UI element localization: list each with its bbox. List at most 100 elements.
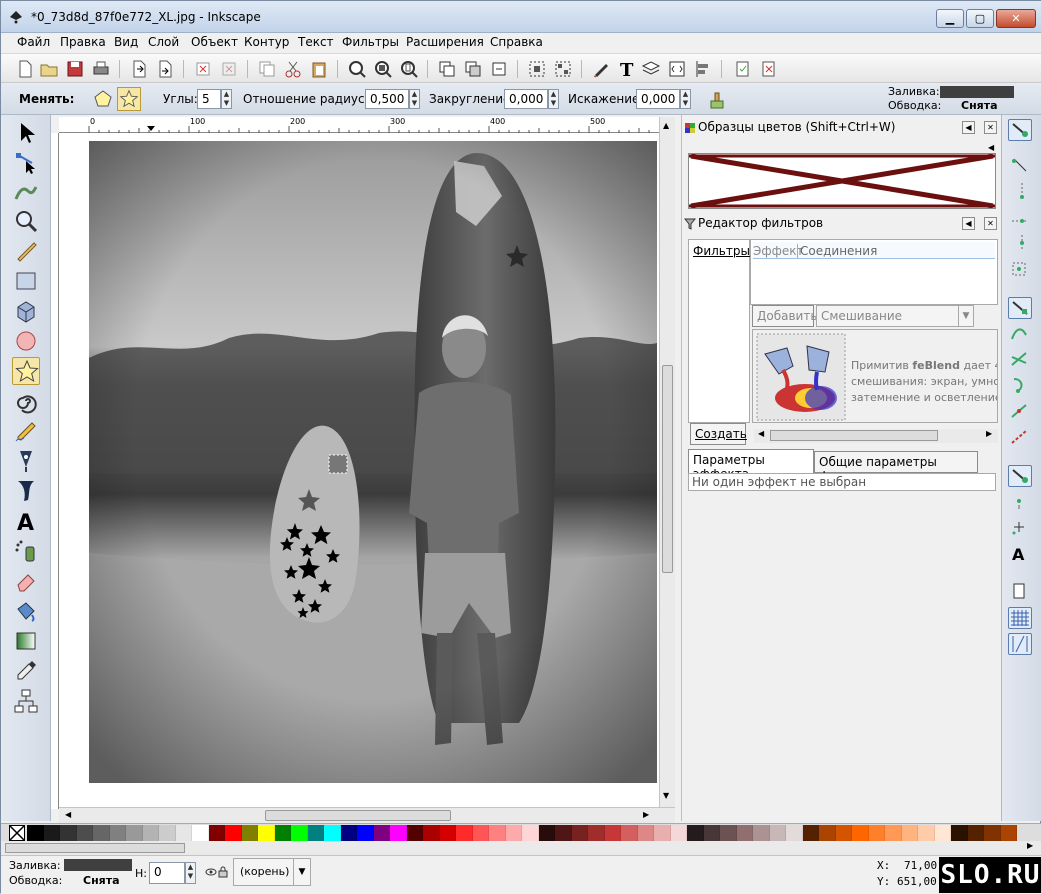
palette-swatch[interactable]: [637, 825, 654, 841]
palette-swatch[interactable]: [522, 825, 539, 841]
menu-layer[interactable]: Слой: [148, 35, 179, 49]
document-properties-icon[interactable]: [733, 59, 753, 79]
palette-scroll-thumb[interactable]: [5, 843, 185, 853]
opacity-input[interactable]: 0: [149, 862, 185, 884]
new-document-icon[interactable]: [15, 59, 35, 79]
corners-input[interactable]: 5: [197, 89, 221, 109]
maximize-button[interactable]: ▢: [966, 9, 994, 28]
snap-object-midpoint-icon[interactable]: [1008, 427, 1032, 449]
minimize-button[interactable]: ▁: [936, 9, 964, 28]
no-paint-swatch[interactable]: [9, 825, 25, 841]
palette-swatch[interactable]: [307, 825, 324, 841]
snap-others-icon[interactable]: [1008, 465, 1032, 487]
palette-swatch[interactable]: [621, 825, 638, 841]
palette-swatch[interactable]: [604, 825, 621, 841]
swatches-collapse-button[interactable]: ◀: [962, 121, 975, 134]
palette-swatch[interactable]: [802, 825, 819, 841]
palette-swatch[interactable]: [390, 825, 407, 841]
fill-stroke-icon[interactable]: [591, 59, 611, 79]
menu-file[interactable]: Файл: [17, 35, 50, 49]
snap-grid-icon[interactable]: [1008, 607, 1032, 629]
horizontal-scroll-thumb[interactable]: [265, 810, 451, 821]
spiral-tool-icon[interactable]: [12, 387, 40, 415]
palette-swatch[interactable]: [456, 825, 473, 841]
snap-paths-icon[interactable]: [1008, 323, 1032, 345]
menu-help[interactable]: Справка: [490, 35, 543, 49]
menu-view[interactable]: Вид: [114, 35, 138, 49]
palette-swatch[interactable]: [472, 825, 489, 841]
cut-icon[interactable]: [283, 59, 303, 79]
snap-bbox-corner-icon[interactable]: [1008, 207, 1032, 229]
horizontal-scrollbar[interactable]: ◀ ▶: [59, 807, 675, 823]
palette-swatch[interactable]: [901, 825, 918, 841]
palette-swatch[interactable]: [1000, 825, 1017, 841]
ratio-spin[interactable]: ▲ ▼: [409, 89, 420, 109]
3d-box-tool-icon[interactable]: [12, 297, 40, 325]
palette-swatch[interactable]: [703, 825, 720, 841]
snap-bbox-midpoint-icon[interactable]: [1008, 233, 1032, 255]
zoom-page-icon[interactable]: [399, 59, 419, 79]
layer-lock-icon[interactable]: [217, 866, 229, 878]
vertical-scrollbar[interactable]: ▲ ▼: [659, 117, 675, 807]
undo-icon[interactable]: [193, 59, 213, 79]
redo-icon[interactable]: [219, 59, 239, 79]
palette-swatch[interactable]: [786, 825, 803, 841]
palette-swatch[interactable]: [984, 825, 1001, 841]
print-icon[interactable]: [91, 59, 111, 79]
palette-swatch[interactable]: [835, 825, 852, 841]
corners-spin[interactable]: ▲ ▼: [221, 89, 232, 109]
filter-collapse-button[interactable]: ◀: [962, 217, 975, 230]
rounding-input[interactable]: 0,000: [504, 89, 548, 109]
palette-swatch[interactable]: [439, 825, 456, 841]
layer-select-arrow-icon[interactable]: ▼: [293, 858, 311, 886]
palette-swatch[interactable]: [885, 825, 902, 841]
scroll-down-arrow-icon[interactable]: ▼: [663, 791, 669, 800]
connector-tool-icon[interactable]: [12, 687, 40, 715]
align-distribute-icon[interactable]: [693, 59, 713, 79]
connections-column-header[interactable]: Соединения: [797, 244, 877, 258]
rounding-spin[interactable]: ▲ ▼: [548, 89, 559, 109]
menu-extensions[interactable]: Расширения: [406, 35, 484, 49]
ellipse-tool-icon[interactable]: [12, 327, 40, 355]
snap-smooth-nodes-icon[interactable]: [1008, 375, 1032, 397]
spray-tool-icon[interactable]: [12, 537, 40, 565]
star-tool-icon[interactable]: [12, 357, 40, 385]
selector-tool-icon[interactable]: [12, 119, 40, 147]
snap-bbox-icon[interactable]: [1008, 155, 1032, 177]
palette-swatch[interactable]: [225, 825, 242, 841]
palette-swatch[interactable]: [159, 825, 176, 841]
swatches-close-button[interactable]: ✕: [984, 121, 997, 134]
effect-column-header[interactable]: Эффект: [753, 244, 804, 258]
create-filter-button[interactable]: Создать: [690, 423, 747, 445]
palette-swatch[interactable]: [373, 825, 390, 841]
vertical-scroll-thumb[interactable]: [662, 365, 673, 573]
palette-swatch[interactable]: [951, 825, 968, 841]
palette-swatch[interactable]: [406, 825, 423, 841]
menu-filters[interactable]: Фильтры: [342, 35, 399, 49]
palette-swatch[interactable]: [489, 825, 506, 841]
snap-nodes-icon[interactable]: [1008, 297, 1032, 319]
palette-swatch[interactable]: [934, 825, 951, 841]
palette-swatch[interactable]: [687, 825, 704, 841]
snap-page-border-icon[interactable]: [1008, 581, 1032, 603]
palette-swatch[interactable]: [538, 825, 555, 841]
open-folder-icon[interactable]: [39, 59, 59, 79]
filters-list[interactable]: Фильтры: [688, 239, 750, 423]
palette-swatch[interactable]: [736, 825, 753, 841]
copy-icon[interactable]: [257, 59, 277, 79]
snap-text-icon[interactable]: A: [1008, 543, 1032, 565]
group-icon[interactable]: [527, 59, 547, 79]
swatches-none-preview[interactable]: [688, 153, 996, 209]
palette-swatch[interactable]: [852, 825, 869, 841]
ungroup-icon[interactable]: [553, 59, 573, 79]
snap-toggle-icon[interactable]: [1008, 119, 1032, 141]
palette-swatch[interactable]: [241, 825, 258, 841]
scroll-right-arrow-icon[interactable]: ▶: [643, 810, 649, 819]
ratio-input[interactable]: 0,500: [365, 89, 409, 109]
filter-close-button[interactable]: ✕: [984, 217, 997, 230]
paste-icon[interactable]: [309, 59, 329, 79]
palette-swatch[interactable]: [126, 825, 143, 841]
palette-swatch[interactable]: [258, 825, 275, 841]
palette-swatch[interactable]: [555, 825, 572, 841]
rectangle-tool-icon[interactable]: [12, 267, 40, 295]
